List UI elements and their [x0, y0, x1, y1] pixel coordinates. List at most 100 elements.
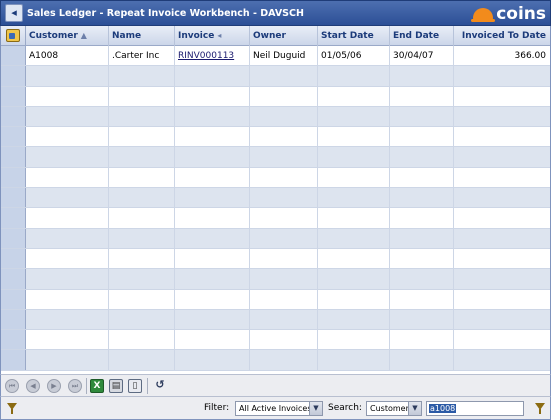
save-icon[interactable]: ▯	[128, 379, 142, 393]
col-header-invoiced-to-date[interactable]: Invoiced To Date	[454, 26, 550, 46]
empty-cell	[390, 228, 454, 248]
print-icon[interactable]: ▤	[109, 379, 123, 393]
empty-cell	[318, 188, 390, 208]
empty-cell	[454, 290, 550, 309]
grid-header: Customer ▲ Name Invoice ◂ Owner Start Date…	[1, 26, 550, 46]
col-header-invoice-label: Invoice	[178, 31, 215, 41]
cell-start-date[interactable]: 01/05/06	[318, 46, 390, 66]
empty-cell	[390, 330, 454, 350]
row-selector[interactable]	[1, 66, 26, 86]
toolbar-divider	[147, 378, 148, 394]
empty-cell	[390, 269, 454, 289]
chevron-down-icon[interactable]: ▼	[408, 402, 421, 415]
empty-table-row	[1, 167, 550, 189]
empty-cell	[454, 107, 550, 126]
next-icon[interactable]: ▶	[47, 379, 61, 393]
row-selector[interactable]	[1, 106, 26, 127]
empty-cell	[109, 106, 175, 127]
empty-cell	[250, 106, 318, 127]
empty-cell	[109, 208, 175, 228]
excel-icon[interactable]: X	[90, 379, 104, 393]
row-selector[interactable]	[1, 228, 26, 248]
empty-cell	[175, 188, 250, 208]
logo-text: coins	[496, 4, 546, 24]
invoice-link[interactable]: RINV000113	[178, 51, 234, 61]
search-field-select[interactable]: Customer ▼	[366, 401, 422, 416]
empty-cell	[318, 66, 390, 86]
cell-invoice[interactable]: RINV000113	[175, 46, 250, 66]
table-row[interactable]: A1008 .Carter Inc RINV000113 Neil Duguid…	[1, 46, 550, 67]
empty-cell	[390, 208, 454, 228]
row-selector[interactable]	[1, 208, 26, 228]
filter-settings-icon[interactable]	[7, 403, 17, 414]
empty-cell	[26, 127, 109, 147]
col-header-name[interactable]: Name	[109, 26, 175, 46]
empty-cell	[390, 106, 454, 127]
empty-cell	[250, 350, 318, 370]
empty-cell	[109, 248, 175, 269]
row-selector[interactable]	[1, 188, 26, 208]
search-input[interactable]: a1008	[426, 401, 524, 416]
grid-options-icon[interactable]	[6, 29, 20, 42]
row-selector[interactable]	[1, 46, 26, 66]
col-header-start-date-label: Start Date	[321, 31, 374, 41]
chevron-down-icon[interactable]: ▼	[309, 402, 322, 415]
row-selector[interactable]	[1, 86, 26, 106]
empty-cell	[175, 106, 250, 127]
empty-cell	[454, 208, 550, 227]
empty-cell	[250, 188, 318, 208]
cell-customer[interactable]: A1008	[26, 46, 109, 66]
empty-cell	[175, 330, 250, 350]
empty-cell	[318, 228, 390, 248]
row-selector[interactable]	[1, 167, 26, 188]
cell-invoiced-to-date[interactable]: 366.00	[454, 46, 550, 65]
empty-cell	[175, 228, 250, 248]
row-selector[interactable]	[1, 269, 26, 289]
row-selector[interactable]	[1, 248, 26, 269]
col-header-owner[interactable]: Owner	[250, 26, 318, 46]
empty-cell	[250, 309, 318, 330]
empty-cell	[454, 127, 550, 146]
empty-cell	[454, 168, 550, 187]
cell-end-date[interactable]: 30/04/07	[390, 46, 454, 66]
row-selector[interactable]	[1, 330, 26, 350]
empty-cell	[26, 86, 109, 106]
row-selector[interactable]	[1, 350, 26, 370]
grid-corner[interactable]	[1, 26, 26, 46]
empty-cell	[175, 350, 250, 370]
col-header-end-date[interactable]: End Date	[390, 26, 454, 46]
empty-cell	[318, 86, 390, 106]
empty-cell	[250, 167, 318, 188]
empty-cell	[26, 309, 109, 330]
hard-hat-icon	[471, 8, 496, 22]
first-icon[interactable]: ⏮	[5, 379, 19, 393]
apply-filter-icon[interactable]	[535, 403, 545, 414]
empty-cell	[175, 289, 250, 309]
undo-icon[interactable]: ↺	[153, 379, 167, 393]
col-header-customer[interactable]: Customer ▲	[26, 26, 109, 46]
col-header-start-date[interactable]: Start Date	[318, 26, 390, 46]
row-selector[interactable]	[1, 147, 26, 167]
empty-cell	[454, 310, 550, 329]
empty-cell	[454, 229, 550, 248]
empty-cell	[26, 269, 109, 289]
row-selector[interactable]	[1, 309, 26, 330]
prev-icon[interactable]: ◀	[26, 379, 40, 393]
col-header-invoice[interactable]: Invoice ◂	[175, 26, 250, 46]
empty-cell	[26, 188, 109, 208]
row-selector[interactable]	[1, 289, 26, 309]
empty-cell	[26, 66, 109, 86]
filter-select-value: All Active Invoices	[239, 404, 312, 413]
empty-table-row	[1, 289, 550, 310]
empty-table-row	[1, 330, 550, 351]
empty-cell	[390, 127, 454, 147]
empty-cell	[318, 289, 390, 309]
cell-name[interactable]: .Carter Inc	[109, 46, 175, 66]
back-icon[interactable]: ◂	[5, 4, 23, 22]
last-icon[interactable]: ⏭	[68, 379, 82, 393]
empty-cell	[454, 350, 550, 369]
empty-cell	[109, 167, 175, 188]
filter-select[interactable]: All Active Invoices ▼	[235, 401, 323, 416]
cell-owner[interactable]: Neil Duguid	[250, 46, 318, 66]
row-selector[interactable]	[1, 127, 26, 147]
